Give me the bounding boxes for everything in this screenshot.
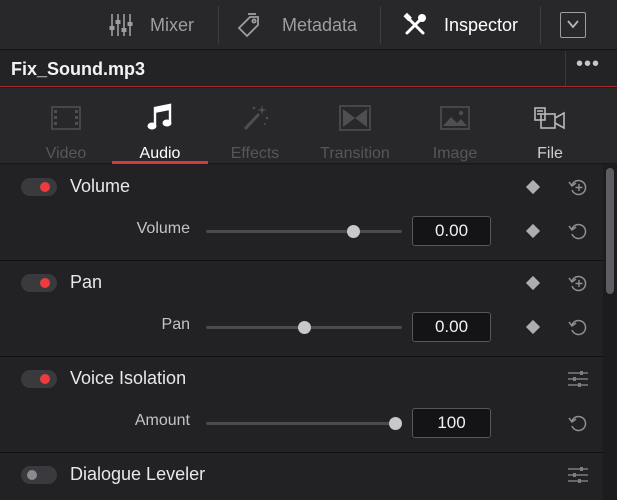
inspector-tabs: Video Audio Effects Transition Image Fil…	[0, 88, 617, 164]
amount-slider-thumb[interactable]	[389, 417, 402, 430]
voice-isolation-toggle[interactable]	[21, 370, 57, 388]
pan-slider-thumb[interactable]	[297, 321, 311, 334]
section-header: Dialogue Leveler	[0, 453, 603, 497]
chevron-down-icon	[566, 16, 580, 34]
metadata-button[interactable]: Metadata	[236, 0, 357, 50]
tag-icon	[236, 12, 264, 38]
tab-label: Transition	[320, 145, 390, 162]
reset-icon[interactable]	[568, 221, 588, 241]
toggle-knob	[40, 182, 50, 192]
metadata-label: Metadata	[282, 14, 358, 35]
tab-file[interactable]: File	[502, 88, 598, 164]
tab-label: Effects	[230, 145, 280, 162]
section-dialogue-leveler: Dialogue Leveler	[0, 453, 603, 500]
mixer-button[interactable]: Mixer	[108, 0, 194, 50]
music-note-icon	[146, 98, 174, 138]
tab-label: Image	[432, 145, 478, 162]
volume-slider-track[interactable]	[206, 230, 402, 233]
collapse-button[interactable]	[560, 12, 586, 38]
toolbar-divider	[380, 6, 381, 44]
amount-param-row: Amount 100	[0, 401, 603, 445]
volume-slider-thumb[interactable]	[346, 225, 360, 238]
top-toolbar: Mixer Metadata Inspector	[0, 0, 617, 50]
section-volume: Volume Volume 0.00	[0, 165, 603, 261]
reset-all-icon[interactable]	[568, 273, 588, 293]
inspector-label: Inspector	[444, 14, 519, 35]
film-icon	[50, 98, 82, 138]
reset-icon[interactable]	[568, 317, 588, 337]
param-label: Amount	[134, 412, 190, 429]
clip-filename: Fix_Sound.mp3	[11, 59, 146, 79]
pan-param-row: Pan 0.00	[0, 305, 603, 349]
active-tab-indicator	[112, 161, 208, 164]
toolbar-divider	[540, 6, 541, 44]
amount-value-field[interactable]: 100	[412, 408, 491, 438]
toggle-knob	[27, 470, 37, 480]
section-voice-isolation: Voice Isolation Amount 100	[0, 357, 603, 453]
mixer-icon	[108, 12, 134, 38]
section-header: Voice Isolation	[0, 357, 603, 401]
volume-value-field[interactable]: 0.00	[412, 216, 491, 246]
tab-effects[interactable]: Effects	[207, 88, 303, 164]
param-label: Volume	[136, 220, 190, 237]
dialogue-leveler-toggle[interactable]	[21, 466, 57, 484]
section-header: Pan	[0, 261, 603, 305]
section-title: Volume	[70, 176, 131, 196]
pan-toggle[interactable]	[21, 274, 57, 292]
magic-wand-icon	[240, 98, 270, 138]
tab-audio[interactable]: Audio	[112, 88, 208, 164]
reset-icon[interactable]	[568, 413, 588, 433]
toggle-knob	[40, 278, 50, 288]
transition-icon	[338, 98, 372, 138]
param-label: Pan	[161, 316, 190, 333]
toggle-knob	[40, 374, 50, 384]
keyframe-diamond-icon[interactable]	[525, 223, 541, 239]
section-title: Dialogue Leveler	[70, 464, 206, 484]
reset-all-icon[interactable]	[568, 177, 588, 197]
pan-value-field[interactable]: 0.00	[412, 312, 491, 342]
amount-slider-track[interactable]	[206, 422, 402, 425]
sliders-settings-icon[interactable]	[567, 369, 589, 389]
mixer-label: Mixer	[150, 14, 194, 35]
inspector-button[interactable]: Inspector	[402, 0, 518, 50]
inspector-panel: Volume Volume 0.00 Pan Pan 0.00 Voice Is…	[0, 165, 603, 500]
section-title: Pan	[70, 272, 103, 292]
clip-title-bar: Fix_Sound.mp3 •••	[0, 51, 617, 87]
scrollbar-thumb[interactable]	[606, 168, 614, 294]
section-pan: Pan Pan 0.00	[0, 261, 603, 357]
more-options-button[interactable]: •••	[576, 53, 600, 76]
volume-param-row: Volume 0.00	[0, 209, 603, 253]
tab-label: File	[537, 145, 563, 162]
keyframe-diamond-icon[interactable]	[525, 179, 541, 195]
tab-video[interactable]: Video	[18, 88, 114, 164]
toolbar-divider	[218, 6, 219, 44]
tab-image[interactable]: Image	[407, 88, 503, 164]
keyframe-diamond-icon[interactable]	[525, 319, 541, 335]
section-title: Voice Isolation	[70, 368, 187, 388]
image-icon	[439, 98, 471, 138]
keyframe-diamond-icon[interactable]	[525, 275, 541, 291]
sliders-settings-icon[interactable]	[567, 465, 589, 485]
divider	[565, 51, 566, 86]
tools-icon	[402, 12, 428, 38]
section-header: Volume	[0, 165, 603, 209]
file-icon	[533, 98, 567, 138]
tab-transition[interactable]: Transition	[307, 88, 403, 164]
volume-toggle[interactable]	[21, 178, 57, 196]
tab-label: Video	[45, 145, 87, 162]
